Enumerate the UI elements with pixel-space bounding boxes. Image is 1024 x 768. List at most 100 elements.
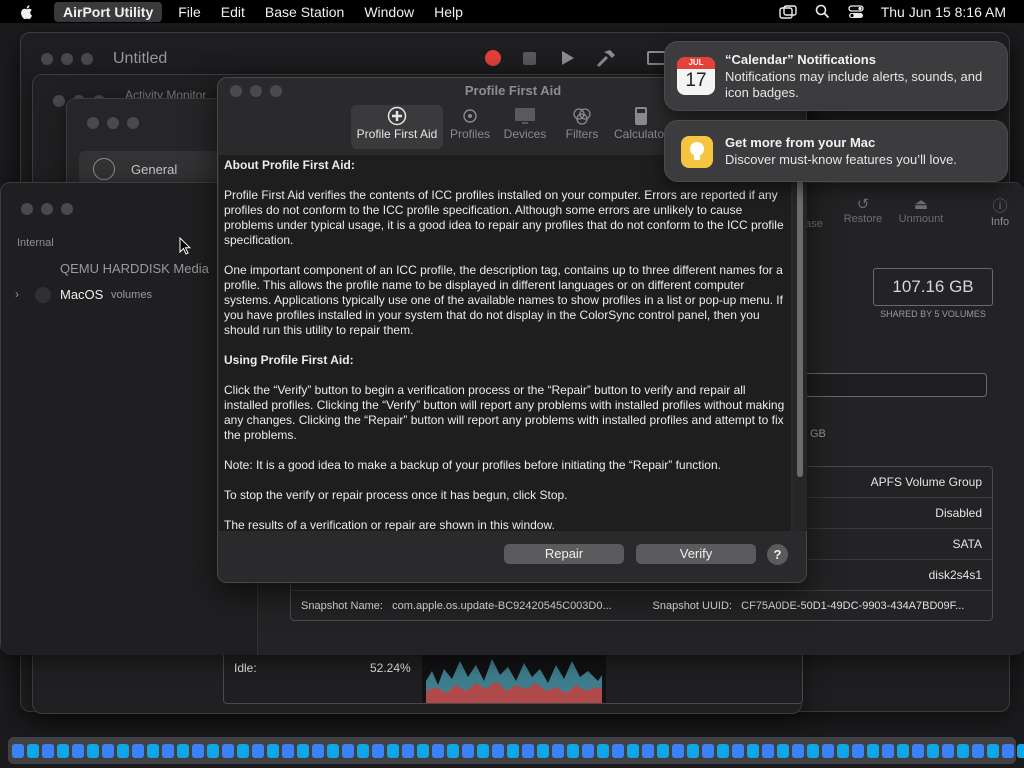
dock-app-icon[interactable] bbox=[147, 743, 159, 758]
dock-app-icon[interactable] bbox=[582, 743, 594, 758]
dock-app-icon[interactable] bbox=[207, 743, 219, 758]
dock-app-icon[interactable] bbox=[102, 743, 114, 758]
dock-app-icon[interactable] bbox=[327, 743, 339, 758]
unmount-button[interactable]: ⏏ Unmount bbox=[896, 195, 946, 225]
menu-file[interactable]: File bbox=[168, 4, 211, 20]
dock-app-icon[interactable] bbox=[927, 743, 939, 758]
dock-app-icon[interactable] bbox=[12, 743, 24, 758]
dock-app-icon[interactable] bbox=[852, 743, 864, 758]
dock-app-icon[interactable] bbox=[72, 743, 84, 758]
dock-app-icon[interactable] bbox=[957, 743, 969, 758]
verify-button[interactable]: Verify bbox=[636, 544, 756, 564]
dock-app-icon[interactable] bbox=[972, 743, 984, 758]
menu-window[interactable]: Window bbox=[354, 4, 424, 20]
dock-app-icon[interactable] bbox=[492, 743, 504, 758]
dock-app-icon[interactable] bbox=[402, 743, 414, 758]
dock-app-icon[interactable] bbox=[537, 743, 549, 758]
dock-app-icon[interactable] bbox=[642, 743, 654, 758]
restore-button[interactable]: ↺ Restore bbox=[841, 195, 885, 225]
apple-menu-icon[interactable] bbox=[18, 3, 36, 21]
dock-app-icon[interactable] bbox=[372, 743, 384, 758]
run-button[interactable] bbox=[561, 50, 575, 71]
dock-app-icon[interactable] bbox=[117, 743, 129, 758]
stop-button[interactable] bbox=[523, 52, 536, 65]
dock-app-icon[interactable] bbox=[1017, 743, 1024, 758]
sidebar-volume-item[interactable]: › MacOS volumes bbox=[13, 283, 218, 307]
dock-app-icon[interactable] bbox=[762, 743, 774, 758]
info-button[interactable]: ⓘ Info bbox=[986, 195, 1014, 228]
dock-app-icon[interactable] bbox=[342, 743, 354, 758]
dock-app-icon[interactable] bbox=[57, 743, 69, 758]
dock-app-icon[interactable] bbox=[282, 743, 294, 758]
repair-button[interactable]: Repair bbox=[504, 544, 624, 564]
tab-profile-first-aid[interactable]: Profile First Aid bbox=[351, 105, 443, 149]
dock-app-icon[interactable] bbox=[192, 743, 204, 758]
dock-app-icon[interactable] bbox=[162, 743, 174, 758]
dock-app-icon[interactable] bbox=[822, 743, 834, 758]
dock-app-icon[interactable] bbox=[1002, 743, 1014, 758]
dock-app-icon[interactable] bbox=[357, 743, 369, 758]
dock-app-icon[interactable] bbox=[42, 743, 54, 758]
window-controls[interactable] bbox=[21, 203, 73, 215]
dock-app-icon[interactable] bbox=[987, 743, 999, 758]
record-button[interactable] bbox=[485, 50, 501, 66]
dock-app-icon[interactable] bbox=[747, 743, 759, 758]
dock-app-icon[interactable] bbox=[942, 743, 954, 758]
menu-help[interactable]: Help bbox=[424, 4, 473, 20]
dock-app-icon[interactable] bbox=[627, 743, 639, 758]
dock-app-icon[interactable] bbox=[27, 743, 39, 758]
calendar-notification[interactable]: JUL 17 “Calendar” Notifications Notifica… bbox=[664, 41, 1008, 111]
dock-app-icon[interactable] bbox=[657, 743, 669, 758]
tips-notification[interactable]: Get more from your Mac Discover must-kno… bbox=[664, 120, 1008, 182]
dock-app-icon[interactable] bbox=[87, 743, 99, 758]
dock-app-icon[interactable] bbox=[807, 743, 819, 758]
dock-app-icon[interactable] bbox=[867, 743, 879, 758]
dock-app-icon[interactable] bbox=[897, 743, 909, 758]
dock-app-icon[interactable] bbox=[912, 743, 924, 758]
dock-app-icon[interactable] bbox=[177, 743, 189, 758]
dock-app-icon[interactable] bbox=[792, 743, 804, 758]
scrollbar-thumb[interactable] bbox=[797, 161, 803, 477]
help-button[interactable]: ? bbox=[767, 544, 788, 565]
dock-app-icon[interactable] bbox=[597, 743, 609, 758]
dock-app-icon[interactable] bbox=[432, 743, 444, 758]
sidebar-disk-item[interactable]: QEMU HARDDISK Media bbox=[60, 261, 209, 276]
dock-app-icon[interactable] bbox=[132, 743, 144, 758]
spotlight-search-icon[interactable] bbox=[815, 4, 830, 19]
dock-app-icon[interactable] bbox=[522, 743, 534, 758]
dock-app-icon[interactable] bbox=[732, 743, 744, 758]
disclosure-chevron-icon[interactable]: › bbox=[15, 287, 19, 301]
tab-profiles[interactable]: Profiles bbox=[446, 105, 494, 149]
dock-app-icon[interactable] bbox=[477, 743, 489, 758]
window-switcher-icon[interactable] bbox=[778, 4, 797, 19]
dock-app-icon[interactable] bbox=[417, 743, 429, 758]
dock-app-icon[interactable] bbox=[267, 743, 279, 758]
dock-app-icon[interactable] bbox=[237, 743, 249, 758]
dock-app-icon[interactable] bbox=[552, 743, 564, 758]
dock-app-icon[interactable] bbox=[837, 743, 849, 758]
tab-devices[interactable]: Devices bbox=[500, 105, 550, 149]
dock-app-icon[interactable] bbox=[447, 743, 459, 758]
tab-calculator[interactable]: Calculator bbox=[614, 105, 666, 149]
app-menu[interactable]: AirPort Utility bbox=[54, 1, 163, 22]
dock-app-icon[interactable] bbox=[672, 743, 684, 758]
dock-app-icon[interactable] bbox=[462, 743, 474, 758]
dock-app-icon[interactable] bbox=[717, 743, 729, 758]
window-controls[interactable] bbox=[41, 53, 93, 65]
help-text-area[interactable]: About Profile First Aid: Profile First A… bbox=[219, 155, 791, 531]
dock-app-icon[interactable] bbox=[687, 743, 699, 758]
dock-app-icon[interactable] bbox=[612, 743, 624, 758]
tab-filters[interactable]: Filters bbox=[560, 105, 604, 149]
dock-app-icon[interactable] bbox=[702, 743, 714, 758]
dock-app-icon[interactable] bbox=[297, 743, 309, 758]
window-controls[interactable] bbox=[87, 117, 139, 129]
menu-clock[interactable]: Thu Jun 15 8:16 AM bbox=[881, 4, 1006, 20]
menu-edit[interactable]: Edit bbox=[211, 4, 255, 20]
dock-app-icon[interactable] bbox=[882, 743, 894, 758]
dock-app-icon[interactable] bbox=[252, 743, 264, 758]
dock-app-icon[interactable] bbox=[387, 743, 399, 758]
dock-app-icon[interactable] bbox=[312, 743, 324, 758]
dock-app-icon[interactable] bbox=[567, 743, 579, 758]
compile-button[interactable] bbox=[595, 48, 617, 73]
dock-app-icon[interactable] bbox=[507, 743, 519, 758]
